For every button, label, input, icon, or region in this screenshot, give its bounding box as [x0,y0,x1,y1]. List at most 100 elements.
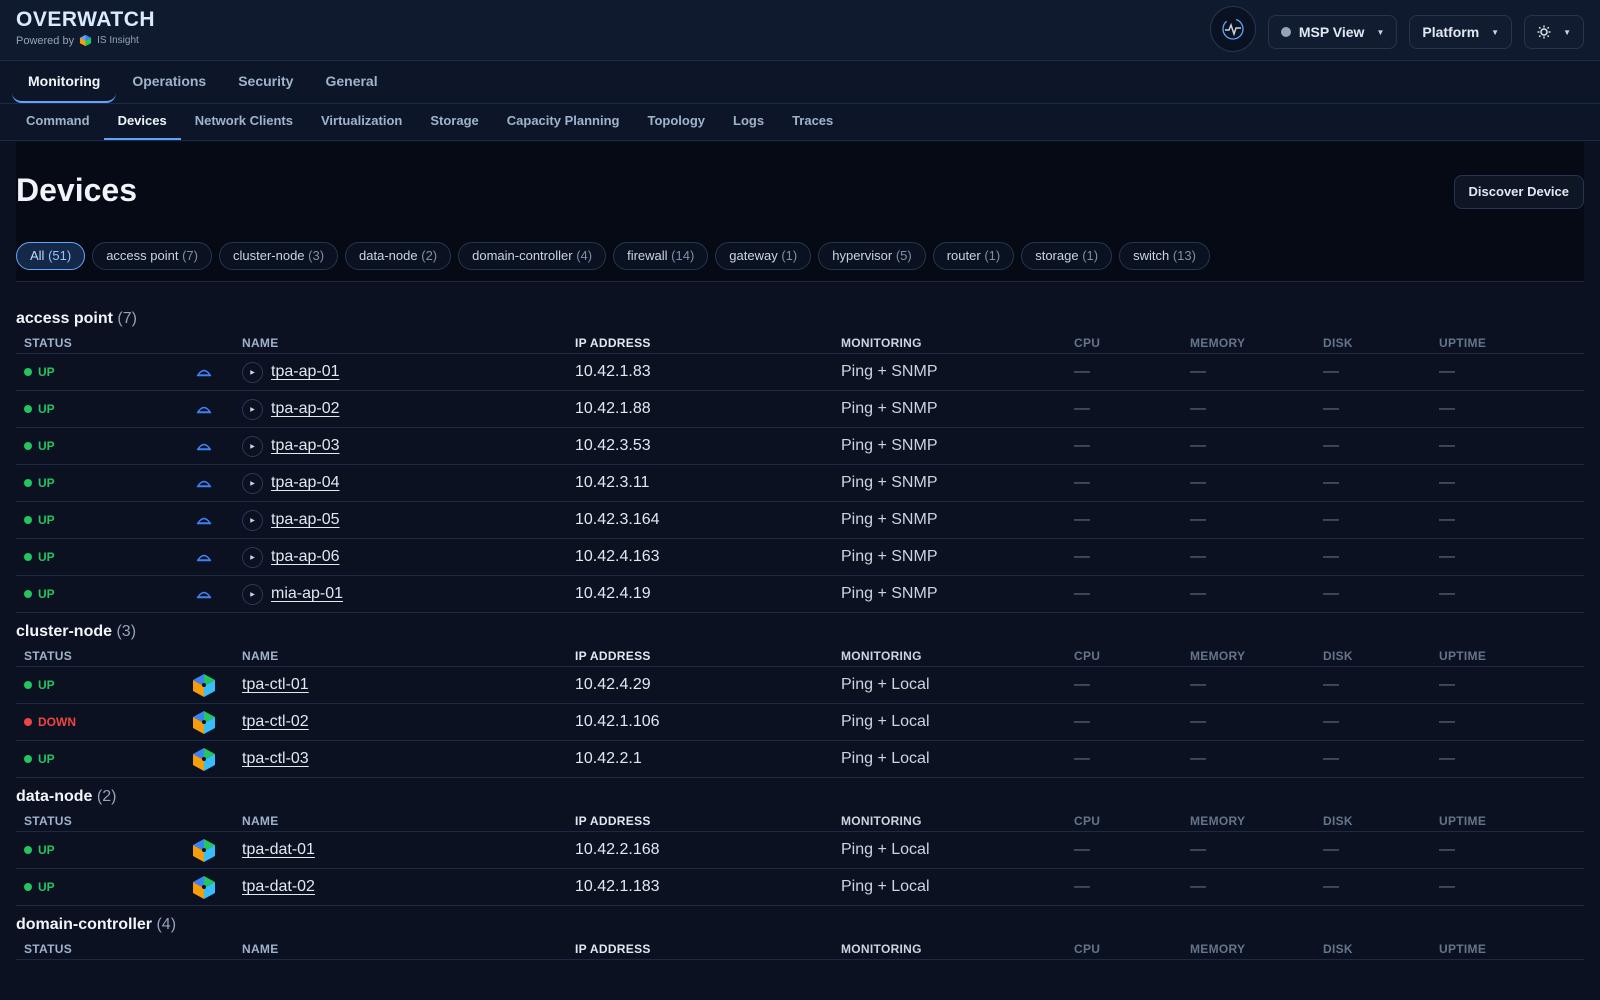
vendor-logo-icon [193,748,215,771]
device-name-link[interactable]: tpa-ctl-02 [242,713,309,731]
column-header-ip[interactable]: IP ADDRESS [575,814,841,828]
expand-row-icon[interactable]: ▶ [242,361,263,383]
filter-chip-cluster-node[interactable]: cluster-node (3) [218,242,339,270]
tab-general[interactable]: General [309,61,393,103]
expand-row-icon[interactable]: ▶ [242,583,263,605]
table-row[interactable]: UP tpa-dat-01 10.42.2.168 Ping + Local — — — — [16,832,1584,869]
column-header-memory[interactable]: MEMORY [1190,942,1323,956]
tab-topology[interactable]: Topology [633,104,719,140]
column-header-ip[interactable]: IP ADDRESS [575,649,841,663]
activity-pulse-button[interactable] [1209,6,1256,52]
tab-virtualization[interactable]: Virtualization [307,104,416,140]
table-row[interactable]: UP tpa-ctl-01 10.42.4.29 Ping + Local — — — — [16,667,1584,704]
column-header-monitoring[interactable]: MONITORING [841,814,1074,828]
status-cell: UP [16,843,166,857]
column-header-cpu[interactable]: CPU [1074,649,1190,663]
column-header-name[interactable]: NAME [242,336,575,350]
tab-command[interactable]: Command [12,104,104,140]
table-row[interactable]: UP tpa-ctl-03 10.42.2.1 Ping + Local — — — — [16,741,1584,778]
column-header-status[interactable]: STATUS [16,336,166,350]
device-name-link[interactable]: mia-ap-01 [271,585,343,603]
table-row[interactable]: UP ▶ tpa-ap-03 10.42.3.53 Ping + SNMP — — — — [16,428,1584,465]
column-header-status[interactable]: STATUS [16,942,166,956]
filter-chip-gateway[interactable]: gateway (1) [715,242,812,270]
filter-chip-all[interactable]: All (51) [16,242,86,270]
column-header-memory[interactable]: MEMORY [1190,336,1323,350]
status-cell: UP [16,513,166,527]
column-header-ip[interactable]: IP ADDRESS [575,942,841,956]
device-name-link[interactable]: tpa-ctl-03 [242,750,309,768]
column-header-status[interactable]: STATUS [16,814,166,828]
device-name-link[interactable]: tpa-ap-02 [271,400,340,418]
table-row[interactable]: UP ▶ tpa-ap-01 10.42.1.83 Ping + SNMP — — — — [16,354,1584,391]
expand-row-icon[interactable]: ▶ [242,435,263,457]
filter-chip-domain-controller[interactable]: domain-controller (4) [458,242,607,270]
column-header-ip[interactable]: IP ADDRESS [575,336,841,350]
table-row[interactable]: UP ▶ tpa-ap-04 10.42.3.11 Ping + SNMP — — — — [16,465,1584,502]
filter-chip-access-point[interactable]: access point (7) [92,242,212,270]
device-name-link[interactable]: tpa-ap-01 [271,363,340,381]
table-row[interactable]: UP ▶ tpa-ap-06 10.42.4.163 Ping + SNMP — — — — [16,539,1584,576]
tab-network-clients[interactable]: Network Clients [181,104,307,140]
brand[interactable]: OVERWATCH Powered by IS Insight [16,8,155,47]
platform-dropdown[interactable]: Platform ▼ [1409,15,1513,49]
device-name-link[interactable]: tpa-ap-06 [271,548,340,566]
tab-monitoring[interactable]: Monitoring [12,61,117,103]
tab-traces[interactable]: Traces [778,104,847,140]
table-row[interactable]: DOWN tpa-ctl-02 10.42.1.106 Ping + Local — — —… [16,704,1584,741]
column-header-monitoring[interactable]: MONITORING [841,942,1074,956]
column-header-memory[interactable]: MEMORY [1190,814,1323,828]
column-header-memory[interactable]: MEMORY [1190,649,1323,663]
tab-storage[interactable]: Storage [416,104,492,140]
discover-device-button[interactable]: Discover Device [1453,175,1584,209]
column-header-disk[interactable]: DISK [1323,336,1439,350]
filter-chip-storage[interactable]: storage (1) [1021,242,1113,270]
column-header-monitoring[interactable]: MONITORING [841,336,1074,350]
column-header-uptime[interactable]: UPTIME [1439,814,1584,828]
status-text: UP [38,402,55,416]
column-header-monitoring[interactable]: MONITORING [841,649,1074,663]
column-header-disk[interactable]: DISK [1323,649,1439,663]
column-header-status[interactable]: STATUS [16,649,166,663]
device-name-link[interactable]: tpa-ctl-01 [242,676,309,694]
table-row[interactable]: UP ▶ tpa-ap-05 10.42.3.164 Ping + SNMP — — — — [16,502,1584,539]
column-header-cpu[interactable]: CPU [1074,336,1190,350]
filter-chip-router[interactable]: router (1) [932,242,1015,270]
column-header-disk[interactable]: DISK [1323,942,1439,956]
ip-address: 10.42.4.29 [575,676,651,693]
tab-security[interactable]: Security [222,61,309,103]
column-header-disk[interactable]: DISK [1323,814,1439,828]
tab-capacity-planning[interactable]: Capacity Planning [493,104,634,140]
column-header-name[interactable]: NAME [242,942,575,956]
table-row[interactable]: UP tpa-dat-02 10.42.1.183 Ping + Local — — — — [16,869,1584,906]
expand-row-icon[interactable]: ▶ [242,472,263,494]
filter-chip-firewall[interactable]: firewall (14) [613,242,709,270]
column-header-cpu[interactable]: CPU [1074,814,1190,828]
table-row[interactable]: UP ▶ mia-ap-01 10.42.4.19 Ping + SNMP — — — — [16,576,1584,613]
theme-toggle-dropdown[interactable]: ▼ [1524,15,1584,49]
table-row[interactable]: UP ▶ tpa-ap-02 10.42.1.88 Ping + SNMP — — — — [16,391,1584,428]
device-name-link[interactable]: tpa-dat-01 [242,841,315,859]
device-name-link[interactable]: tpa-dat-02 [242,878,315,896]
expand-row-icon[interactable]: ▶ [242,509,263,531]
filter-chip-switch[interactable]: switch (13) [1119,242,1210,270]
column-header-name[interactable]: NAME [242,649,575,663]
device-name-link[interactable]: tpa-ap-03 [271,437,340,455]
column-header-name[interactable]: NAME [242,814,575,828]
device-name-link[interactable]: tpa-ap-05 [271,511,340,529]
column-header-uptime[interactable]: UPTIME [1439,649,1584,663]
tab-devices[interactable]: Devices [103,104,181,140]
tab-logs[interactable]: Logs [719,104,778,140]
expand-row-icon[interactable]: ▶ [242,398,263,420]
device-group-data-node: data-node (2) STATUS NAME IP ADDRESS MONITOR… [16,784,1584,906]
column-header-cpu[interactable]: CPU [1074,942,1190,956]
expand-row-icon[interactable]: ▶ [242,546,263,568]
device-name-link[interactable]: tpa-ap-04 [271,474,340,492]
filter-chip-hypervisor[interactable]: hypervisor (5) [818,242,926,270]
column-header-uptime[interactable]: UPTIME [1439,336,1584,350]
disk-value: — [1323,750,1339,767]
tab-operations[interactable]: Operations [116,61,222,103]
filter-chip-data-node[interactable]: data-node (2) [345,242,452,270]
msp-view-dropdown[interactable]: MSP View ▼ [1267,15,1398,49]
column-header-uptime[interactable]: UPTIME [1439,942,1584,956]
